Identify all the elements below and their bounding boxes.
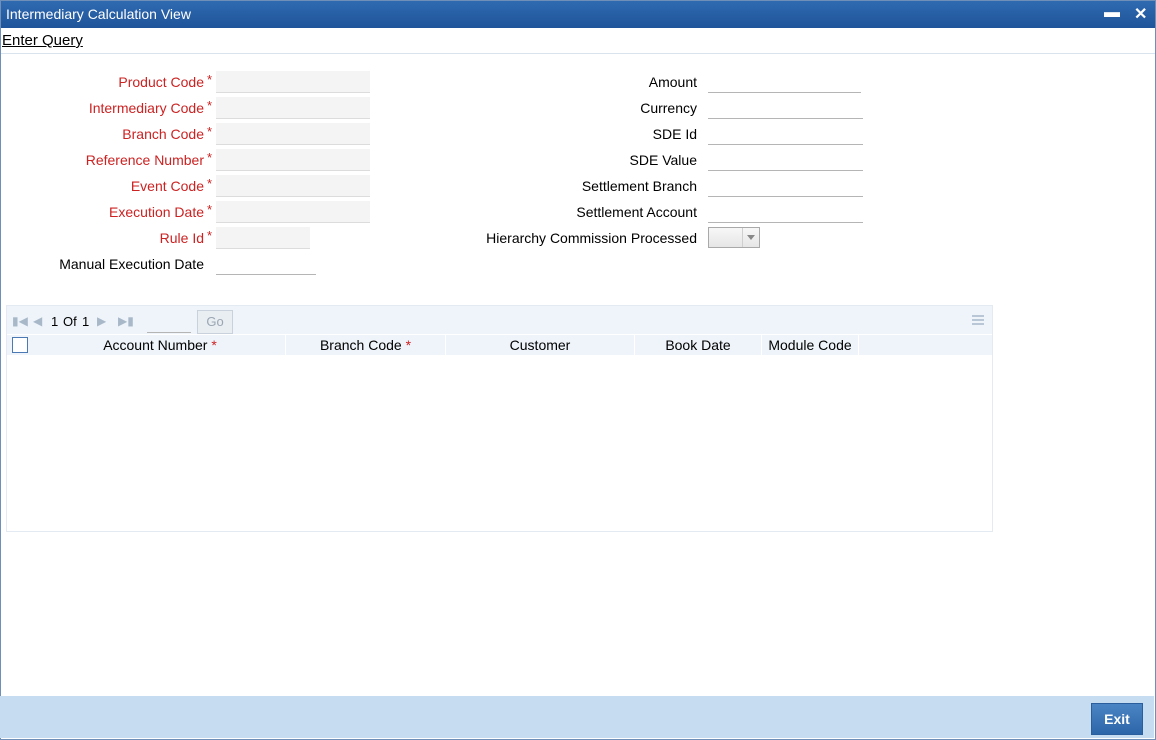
page-number-input[interactable] bbox=[147, 312, 191, 333]
sde-id-field[interactable] bbox=[708, 123, 863, 145]
required-mark: * bbox=[207, 228, 213, 243]
required-mark: * bbox=[207, 176, 213, 191]
manual-execution-date-field[interactable] bbox=[216, 253, 316, 275]
product-code-label: Product Code bbox=[118, 74, 204, 90]
settlement-account-field[interactable] bbox=[708, 201, 863, 223]
rule-id-field[interactable] bbox=[216, 227, 310, 249]
column-label: Account Number bbox=[103, 337, 208, 353]
close-icon[interactable]: ✕ bbox=[1134, 4, 1147, 24]
go-button[interactable]: Go bbox=[197, 310, 233, 334]
page-total: 1 bbox=[82, 314, 90, 329]
required-mark: * bbox=[405, 337, 412, 353]
sde-value-field[interactable] bbox=[708, 149, 863, 171]
required-mark: * bbox=[207, 150, 213, 165]
sde-id-label: SDE Id bbox=[652, 126, 697, 142]
column-label: Book Date bbox=[665, 337, 731, 353]
grid-toolbar: ▮◀ ◀ 1 Of 1 ▶ ▶▮ Go bbox=[7, 306, 992, 334]
currency-field[interactable] bbox=[708, 97, 863, 119]
required-mark: * bbox=[207, 202, 213, 217]
column-header-book-date[interactable]: Book Date bbox=[635, 335, 762, 355]
last-page-icon[interactable]: ▶▮ bbox=[118, 314, 134, 328]
grid-header: Account Number * Branch Code * Customer … bbox=[7, 334, 992, 355]
window-title: Intermediary Calculation View bbox=[6, 6, 191, 22]
execution-date-field[interactable] bbox=[216, 201, 370, 223]
intermediary-code-field[interactable] bbox=[216, 97, 370, 119]
column-label: Module Code bbox=[768, 337, 852, 353]
column-label: Customer bbox=[509, 337, 571, 353]
branch-code-field[interactable] bbox=[216, 123, 370, 145]
chevron-down-icon bbox=[742, 228, 759, 247]
reference-number-label: Reference Number bbox=[85, 152, 204, 168]
sde-value-label: SDE Value bbox=[629, 152, 697, 168]
rule-id-label: Rule Id bbox=[159, 230, 204, 246]
minimize-icon[interactable]: ▬ bbox=[1104, 4, 1120, 22]
menu-bar: Enter Query bbox=[1, 28, 1155, 54]
required-mark: * bbox=[207, 98, 213, 113]
prev-page-icon[interactable]: ◀ bbox=[33, 314, 42, 328]
enter-query-link[interactable]: Enter Query bbox=[2, 32, 83, 49]
select-all-checkbox[interactable] bbox=[12, 337, 28, 353]
page-current: 1 bbox=[51, 314, 59, 329]
footer-bar bbox=[0, 696, 1154, 738]
event-code-label: Event Code bbox=[130, 178, 204, 194]
first-page-icon[interactable]: ▮◀ bbox=[12, 314, 28, 328]
execution-date-label: Execution Date bbox=[109, 204, 204, 220]
page-of-label: Of bbox=[63, 314, 77, 329]
column-label: Branch Code bbox=[319, 337, 402, 353]
settlement-account-label: Settlement Account bbox=[576, 204, 697, 220]
amount-label: Amount bbox=[648, 74, 697, 90]
product-code-field[interactable] bbox=[216, 71, 370, 93]
columns-icon[interactable] bbox=[972, 315, 984, 326]
manual-execution-date-label: Manual Execution Date bbox=[59, 256, 204, 272]
currency-label: Currency bbox=[640, 100, 697, 116]
column-header-account-number[interactable]: Account Number * bbox=[35, 335, 286, 355]
reference-number-field[interactable] bbox=[216, 149, 370, 171]
column-header-branch-code[interactable]: Branch Code * bbox=[286, 335, 446, 355]
event-code-field[interactable] bbox=[216, 175, 370, 197]
required-mark: * bbox=[207, 72, 213, 87]
column-header-module-code[interactable]: Module Code bbox=[762, 335, 859, 355]
title-bar: Intermediary Calculation View ▬ ✕ bbox=[1, 1, 1155, 28]
branch-code-label: Branch Code bbox=[122, 126, 204, 142]
hierarchy-commission-processed-select[interactable] bbox=[708, 227, 760, 248]
required-mark: * bbox=[207, 124, 213, 139]
hierarchy-commission-processed-label: Hierarchy Commission Processed bbox=[486, 230, 697, 246]
next-page-icon[interactable]: ▶ bbox=[97, 314, 106, 328]
column-header-customer[interactable]: Customer bbox=[446, 335, 635, 355]
amount-field[interactable] bbox=[708, 71, 861, 93]
settlement-branch-field[interactable] bbox=[708, 175, 863, 197]
required-mark: * bbox=[211, 337, 217, 353]
exit-button[interactable]: Exit bbox=[1091, 703, 1143, 735]
intermediary-code-label: Intermediary Code bbox=[88, 100, 204, 116]
settlement-branch-label: Settlement Branch bbox=[581, 178, 697, 194]
results-grid: ▮◀ ◀ 1 Of 1 ▶ ▶▮ Go Account Number * Bra… bbox=[6, 305, 993, 532]
